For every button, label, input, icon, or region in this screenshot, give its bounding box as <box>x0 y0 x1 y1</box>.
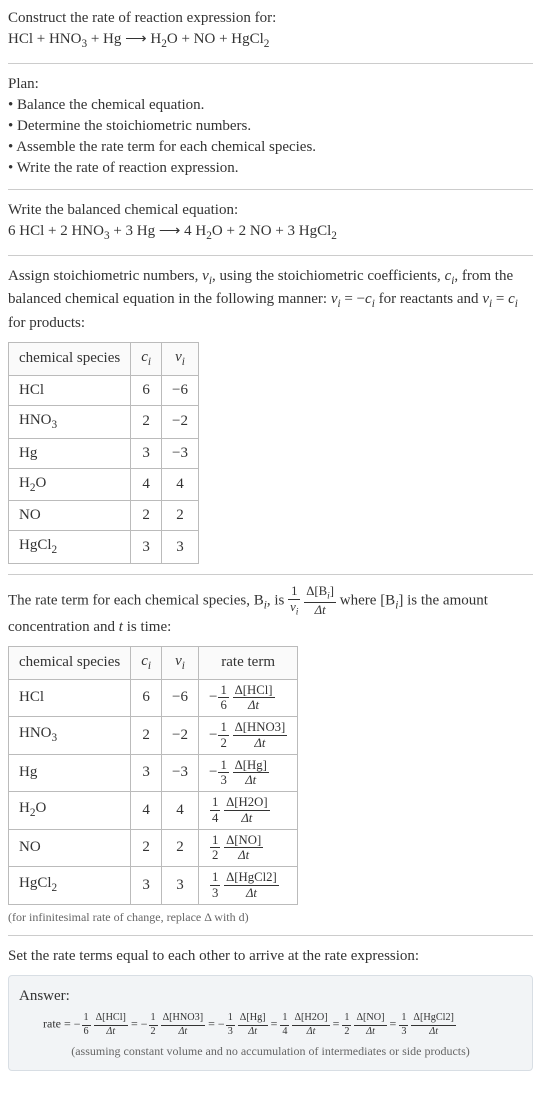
species-cell: HgCl2 <box>9 867 131 905</box>
plan-item: Determine the stoichiometric numbers. <box>8 116 533 137</box>
table-row: NO 2 2 <box>9 501 199 531</box>
c-cell: 2 <box>131 829 162 867</box>
table-row: HCl 6 −6 −16 Δ[HCl]Δt <box>9 679 298 717</box>
table-row: HNO3 2 −2 <box>9 405 199 438</box>
stoich-table: chemical species ci νi HCl 6 −6 HNO3 2 −… <box>8 342 199 564</box>
nu-cell: −3 <box>162 438 199 468</box>
plan-item: Write the rate of reaction expression. <box>8 158 533 179</box>
species-cell: NO <box>9 501 131 531</box>
table-header: νi <box>162 343 199 376</box>
plan-list: Balance the chemical equation. Determine… <box>8 95 533 179</box>
species-cell: Hg <box>9 438 131 468</box>
intro-line1: Construct the rate of reaction expressio… <box>8 8 533 29</box>
balanced-equation: 6 HCl + 2 HNO3 + 3 Hg ⟶ 4 H2O + 2 NO + 3… <box>8 221 533 245</box>
unbalanced-equation: HCl + HNO3 + Hg ⟶ H2O + NO + HgCl2 <box>8 29 533 53</box>
plan-section: Plan: Balance the chemical equation. Det… <box>8 74 533 179</box>
balanced-title: Write the balanced chemical equation: <box>8 200 533 221</box>
fraction: Δ[Bi]Δt <box>304 585 336 617</box>
table-row: HCl 6 −6 <box>9 375 199 405</box>
species-cell: HgCl2 <box>9 531 131 564</box>
nu-cell: −2 <box>162 405 199 438</box>
table-row: HNO3 2 −2 −12 Δ[HNO3]Δt <box>9 717 298 755</box>
divider <box>8 574 533 575</box>
c-cell: 2 <box>131 405 162 438</box>
nu-cell: 2 <box>162 829 199 867</box>
c-cell: 3 <box>131 531 162 564</box>
stoich-intro: Assign stoichiometric numbers, νi, using… <box>8 266 533 335</box>
rate-cell: 12 Δ[NO]Δt <box>198 829 297 867</box>
species-cell: Hg <box>9 754 131 792</box>
table-row: Hg 3 −3 <box>9 438 199 468</box>
species-cell: NO <box>9 829 131 867</box>
rate-cell: −12 Δ[HNO3]Δt <box>198 717 297 755</box>
species-cell: H2O <box>9 792 131 830</box>
rate-cell: 14 Δ[H2O]Δt <box>198 792 297 830</box>
nu-cell: 4 <box>162 792 199 830</box>
table-row: Hg 3 −3 −13 Δ[Hg]Δt <box>9 754 298 792</box>
table-header: ci <box>131 343 162 376</box>
set-equal-text: Set the rate terms equal to each other t… <box>8 946 533 967</box>
plan-item: Assemble the rate term for each chemical… <box>8 137 533 158</box>
c-cell: 2 <box>131 717 162 755</box>
species-cell: HNO3 <box>9 405 131 438</box>
c-cell: 3 <box>131 754 162 792</box>
table-row: H2O 4 4 14 Δ[H2O]Δt <box>9 792 298 830</box>
intro-section: Construct the rate of reaction expressio… <box>8 8 533 53</box>
divider <box>8 63 533 64</box>
table-header-row: chemical species ci νi <box>9 343 199 376</box>
nu-cell: 3 <box>162 867 199 905</box>
infinitesimal-note: (for infinitesimal rate of change, repla… <box>8 909 533 926</box>
c-cell: 2 <box>131 501 162 531</box>
rate-intro: The rate term for each chemical species,… <box>8 585 533 638</box>
rate-expression: rate = −16 Δ[HCl]Δt = −12 Δ[HNO3]Δt = −1… <box>19 1013 522 1036</box>
table-row: HgCl2 3 3 13 Δ[HgCl2]Δt <box>9 867 298 905</box>
nu-cell: −6 <box>162 679 199 717</box>
fraction: 1νi <box>288 585 300 617</box>
table-header: chemical species <box>9 343 131 376</box>
nu-cell: −3 <box>162 754 199 792</box>
nu-cell: 3 <box>162 531 199 564</box>
c-cell: 3 <box>131 867 162 905</box>
divider <box>8 189 533 190</box>
rate-cell: −13 Δ[Hg]Δt <box>198 754 297 792</box>
c-cell: 4 <box>131 468 162 501</box>
species-cell: HNO3 <box>9 717 131 755</box>
species-cell: HCl <box>9 679 131 717</box>
rate-cell: 13 Δ[HgCl2]Δt <box>198 867 297 905</box>
answer-box: Answer: rate = −16 Δ[HCl]Δt = −12 Δ[HNO3… <box>8 975 533 1070</box>
species-cell: H2O <box>9 468 131 501</box>
c-cell: 4 <box>131 792 162 830</box>
divider <box>8 935 533 936</box>
rate-term-table: chemical species ci νi rate term HCl 6 −… <box>8 646 298 905</box>
c-cell: 6 <box>131 375 162 405</box>
rate-cell: −16 Δ[HCl]Δt <box>198 679 297 717</box>
table-header: ci <box>131 646 162 679</box>
table-row: NO 2 2 12 Δ[NO]Δt <box>9 829 298 867</box>
nu-cell: −6 <box>162 375 199 405</box>
answer-label: Answer: <box>19 986 522 1007</box>
table-header-row: chemical species ci νi rate term <box>9 646 298 679</box>
table-header: chemical species <box>9 646 131 679</box>
divider <box>8 255 533 256</box>
nu-cell: 2 <box>162 501 199 531</box>
table-header: rate term <box>198 646 297 679</box>
species-cell: HCl <box>9 375 131 405</box>
nu-cell: −2 <box>162 717 199 755</box>
c-cell: 3 <box>131 438 162 468</box>
table-header: νi <box>162 646 199 679</box>
c-cell: 6 <box>131 679 162 717</box>
nu-cell: 4 <box>162 468 199 501</box>
answer-assumption: (assuming constant volume and no accumul… <box>19 1043 522 1060</box>
table-row: H2O 4 4 <box>9 468 199 501</box>
plan-title: Plan: <box>8 74 533 95</box>
table-row: HgCl2 3 3 <box>9 531 199 564</box>
balanced-section: Write the balanced chemical equation: 6 … <box>8 200 533 245</box>
plan-item: Balance the chemical equation. <box>8 95 533 116</box>
